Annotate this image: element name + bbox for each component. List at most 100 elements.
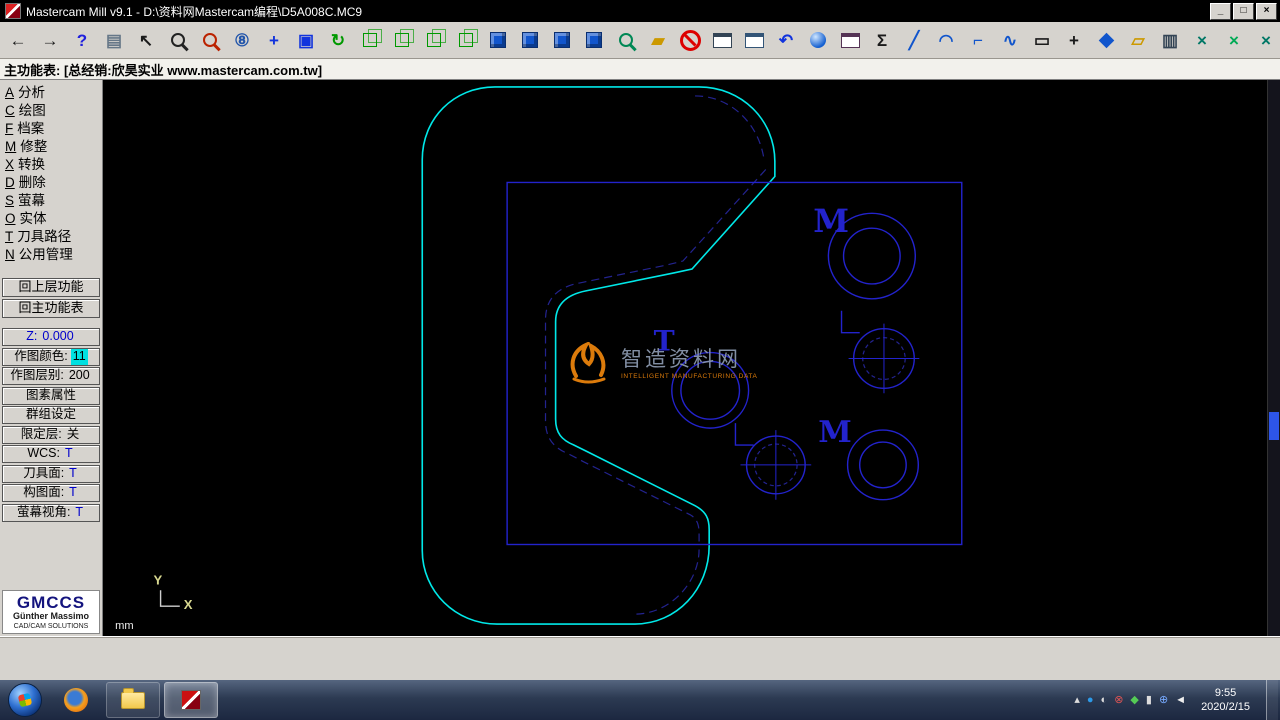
scrollbar-thumb[interactable] [1269,412,1279,440]
notepad-button[interactable]: ▤ [99,25,129,55]
cad-drawing[interactable]: M M T Y X mm [103,80,1280,636]
label-m2[interactable]: M [818,415,852,450]
draw-color-button[interactable]: 作图颜色: 11 [2,347,100,366]
gview-isometric-button[interactable] [355,25,385,55]
fit-screen-button[interactable]: ▣ [291,25,321,55]
surface-button[interactable]: ▱ [1123,25,1153,55]
network-icon[interactable]: ◐ [1101,694,1108,706]
battery-icon[interactable]: ▮ [1146,694,1152,706]
viewport-button[interactable] [835,25,865,55]
help-button[interactable]: ? [67,25,97,55]
volume-icon[interactable]: ◄ [1175,694,1186,706]
multi-edit-button[interactable]: ▥ [1155,25,1185,55]
xform-button[interactable] [1091,25,1121,55]
zoom-out-08-button[interactable]: ⑧ [227,25,257,55]
menu-item-solids[interactable]: O 实体 [2,210,100,228]
cplane-side-button[interactable] [579,25,609,55]
back-menu-button[interactable]: 回上层功能 [2,278,100,297]
hole-circle[interactable] [680,360,741,420]
graphics-view-button[interactable]: 萤幕视角: T [2,503,100,522]
security-icon[interactable]: ⊗ [1114,694,1123,706]
label-t1[interactable]: T [654,325,675,358]
vertical-scrollbar[interactable] [1267,80,1280,636]
hole-circle[interactable] [671,351,750,429]
menu-item-nc-utils[interactable]: N 公用管理 [2,246,100,264]
rectangle-button[interactable]: ▭ [1027,25,1057,55]
graphics-canvas[interactable]: M M T Y X mm 智造资料网 INTELLIGENT MANUFACTU… [103,80,1280,636]
gview-side-button[interactable] [451,25,481,55]
screen-window-button[interactable] [707,25,737,55]
sigma-button[interactable]: Σ [867,25,897,55]
screen-combine-button[interactable] [739,25,769,55]
menu-item-modify[interactable]: M 修整 [2,138,100,156]
trim-1-button[interactable]: × [1187,25,1217,55]
dynamic-view-button[interactable]: ↻ [323,25,353,55]
start-button[interactable] [8,683,42,717]
maximize-button[interactable]: □ [1233,2,1254,20]
leader-mark[interactable] [734,423,754,446]
construction-plane-button[interactable]: 构图面: T [2,484,100,502]
cplane-top-button[interactable] [515,25,545,55]
minimize-button[interactable]: _ [1210,2,1231,20]
hole-circle[interactable] [859,441,907,489]
view-magnify-button[interactable] [611,25,641,55]
spline-button[interactable]: ∿ [995,25,1025,55]
undo-button[interactable]: ↶ [771,25,801,55]
groups-button[interactable]: 群组设定 [2,406,100,424]
level-mask-button[interactable]: 限定层: 关 [2,425,100,444]
offset-corner-bottom[interactable] [636,549,700,615]
part-outline-path[interactable] [421,86,776,625]
cplane-3d-button[interactable] [483,25,513,55]
offset-corner-top[interactable] [695,95,765,158]
menu-item-toolpaths[interactable]: T 刀具路径 [2,228,100,246]
main-menu-button[interactable]: 回主功能表 [2,299,100,318]
taskbar-app-explorer[interactable] [106,682,160,718]
tool-plane-button[interactable]: 刀具面: T [2,464,100,483]
taskbar-app-browser[interactable] [50,683,102,717]
sync-icon[interactable]: ◆ [1130,694,1138,706]
taskbar-app-mastercam[interactable] [164,682,218,718]
fillet-button[interactable]: ⌐ [963,25,993,55]
arc-button[interactable]: ◠ [931,25,961,55]
trim-3-button[interactable]: × [1251,25,1280,55]
menu-item-create[interactable]: C 绘图 [2,102,100,120]
pan-button[interactable]: + [259,25,289,55]
forward-button[interactable]: → [35,25,65,55]
gview-front-button[interactable] [419,25,449,55]
draw-level-button[interactable]: 作图层别: 200 [2,367,100,385]
hole-crosshair[interactable] [740,430,812,500]
zoom-target-button[interactable] [195,25,225,55]
notifier-icon[interactable]: ● [1087,694,1094,706]
zoom-window-button[interactable] [163,25,193,55]
wcs-button[interactable]: WCS: T [2,445,100,463]
menu-item-analyze[interactable]: A 分析 [2,84,100,102]
attributes-button[interactable]: 图素属性 [2,386,100,405]
gview-top-button[interactable] [387,25,417,55]
point-button[interactable]: + [1059,25,1089,55]
pointer-help-button[interactable]: ↖ [131,25,161,55]
hidden-icons-icon[interactable]: ▴ [1074,694,1080,706]
back-button[interactable]: ← [3,25,33,55]
menu-item-delete[interactable]: D 删除 [2,174,100,192]
hole-circle[interactable] [842,227,901,285]
close-button[interactable]: × [1256,2,1277,20]
part-outline[interactable] [421,86,776,625]
leader-mark[interactable] [840,310,860,334]
line-button[interactable]: ╱ [899,25,929,55]
menu-item-file[interactable]: F 档案 [2,120,100,138]
hole-circle[interactable] [846,429,920,501]
clear-colors-button[interactable]: ▰ [643,25,673,55]
menu-item-screen[interactable]: S 萤幕 [2,192,100,210]
trim-2-button[interactable]: × [1219,25,1249,55]
z-depth-button[interactable]: Z: 0.000 [2,328,100,346]
usb-icon[interactable]: ⊕ [1159,694,1168,706]
menu-item-xform[interactable]: X 转换 [2,156,100,174]
annotation-letters[interactable]: M M T [654,202,852,450]
stock-rectangle[interactable] [506,181,963,546]
delete-button[interactable] [675,25,705,55]
shade-button[interactable] [803,25,833,55]
blue-entities[interactable] [506,181,963,546]
show-desktop-button[interactable] [1266,680,1278,720]
label-m1[interactable]: M [813,202,849,240]
hole-crosshair[interactable] [848,323,920,394]
